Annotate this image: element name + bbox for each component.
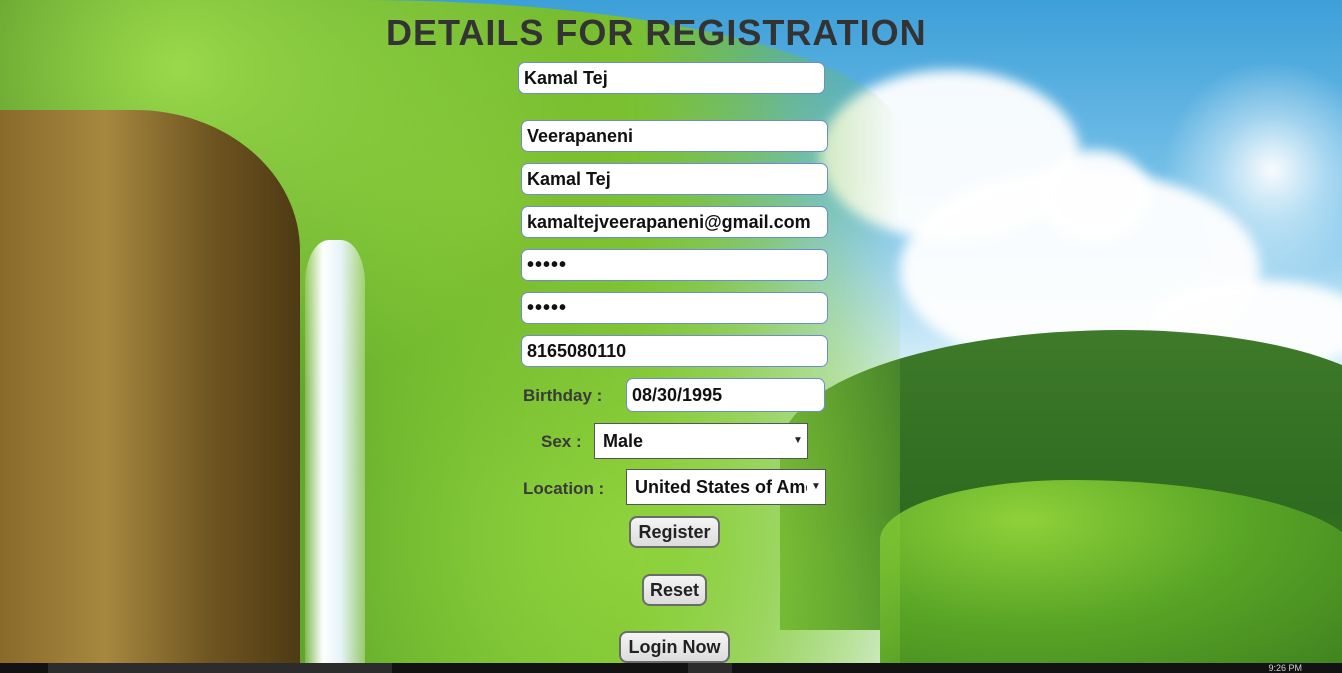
location-label: Location :: [523, 479, 605, 498]
first-name-field[interactable]: Kamal Tej: [518, 62, 825, 94]
login-now-button[interactable]: Login Now: [619, 631, 730, 663]
chevron-down-icon: ▼: [807, 470, 825, 504]
taskbar: [0, 663, 1342, 673]
sex-label: Sex :: [541, 432, 582, 451]
taskbar-item[interactable]: [688, 663, 732, 673]
location-select[interactable]: United States of America ▼: [626, 469, 826, 505]
sex-select[interactable]: Male ▼: [594, 423, 808, 459]
location-selected-value: United States of America: [635, 477, 825, 497]
confirm-password-field[interactable]: •••••: [521, 292, 828, 324]
register-button[interactable]: Register: [629, 516, 720, 548]
sex-selected-value: Male: [603, 431, 644, 451]
password-field[interactable]: •••••: [521, 249, 828, 281]
email-field[interactable]: kamaltejveerapaneni@gmail.com: [521, 206, 828, 238]
page-title: DETAILS FOR REGISTRATION: [386, 12, 927, 53]
birthday-field[interactable]: 08/30/1995: [626, 378, 825, 412]
cloud: [1040, 150, 1150, 240]
taskbar-item[interactable]: [48, 663, 392, 673]
phone-field[interactable]: 8165080110: [521, 335, 828, 367]
waterfall: [305, 240, 365, 673]
last-name-field[interactable]: Veerapaneni: [521, 120, 828, 152]
rock-cliff: [0, 110, 300, 673]
chevron-down-icon: ▼: [789, 424, 807, 458]
reset-button[interactable]: Reset: [642, 574, 707, 606]
forest: [880, 480, 1342, 673]
birthday-label: Birthday :: [523, 386, 603, 405]
username-field[interactable]: Kamal Tej: [521, 163, 828, 195]
taskbar-clock: 9:26 PM: [1268, 663, 1302, 673]
